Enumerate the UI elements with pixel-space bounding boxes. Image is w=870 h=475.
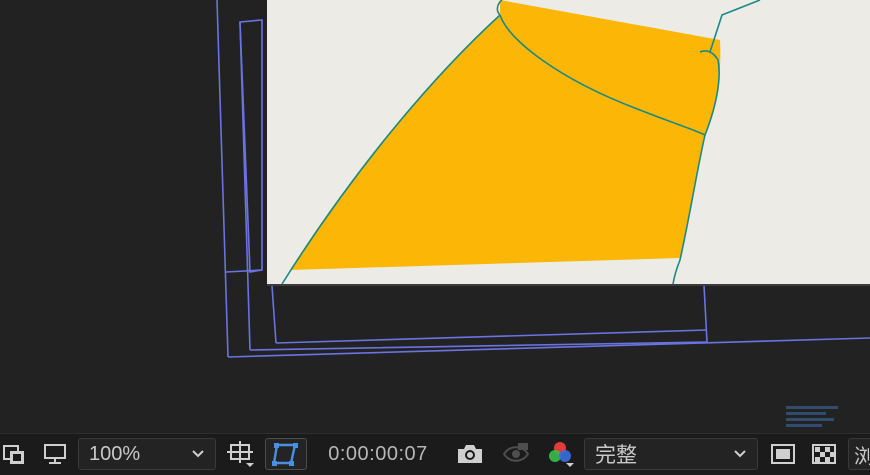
viewer-canvas [216, 0, 870, 358]
take-snapshot-button[interactable] [452, 438, 488, 470]
guide-outer-left [216, 0, 229, 358]
watermark-logo [786, 404, 838, 431]
show-channel-button[interactable] [542, 438, 578, 470]
comp-flowchart-icon [3, 445, 24, 464]
transparency-grid-icon [812, 444, 836, 464]
comp-flowchart-button[interactable] [0, 438, 30, 470]
watermark-graphic [786, 406, 838, 427]
magnification-value: 100% [89, 442, 141, 465]
comp-canvas [267, 0, 870, 286]
composition-viewer[interactable] [0, 0, 870, 433]
current-time-display[interactable]: 0:00:00:07 [315, 438, 441, 470]
timecode-value: 0:00:00:07 [328, 442, 428, 465]
partial-toolbar-button[interactable]: 浏 [848, 438, 870, 470]
magnification-dropdown[interactable]: 100% [78, 438, 216, 470]
resolution-value: 完整 [595, 443, 637, 467]
fast-preview-icon [771, 444, 795, 464]
show-snapshot-icon [502, 443, 530, 462]
chevron-down-icon [192, 450, 204, 458]
fast-preview-button[interactable] [765, 438, 801, 470]
toggle-transparency-grid-button[interactable] [806, 438, 842, 470]
guide-inner-left [271, 285, 277, 344]
show-snapshot-button[interactable] [498, 438, 534, 470]
region-of-interest-icon [227, 441, 254, 467]
camera-snapshot-icon [458, 445, 482, 463]
region-of-interest-button[interactable] [222, 438, 260, 470]
partial-toolbar-label: 浏 [849, 440, 870, 469]
guide-inner-bottom [275, 329, 708, 344]
chevron-down-icon [734, 450, 746, 458]
guide-mid-bottom [249, 284, 708, 351]
mask-path-visibility-icon [272, 443, 298, 466]
always-preview-button[interactable] [38, 438, 72, 470]
guide-mid-left [239, 21, 251, 351]
monitor-icon [44, 444, 66, 464]
color-channels-icon [549, 442, 574, 467]
viewer-toolbar: 100% 0:00:00:07 完整 [0, 433, 870, 475]
resolution-dropdown[interactable]: 完整 [584, 438, 758, 470]
toggle-mask-path-visibility-button[interactable] [265, 438, 307, 470]
